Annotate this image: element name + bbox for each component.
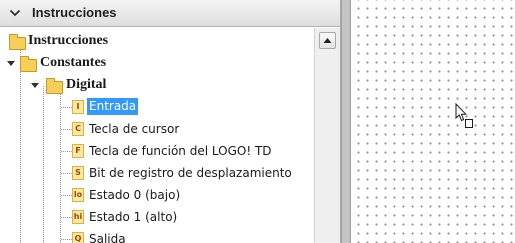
expand-arrow-icon[interactable] [7,61,15,66]
shift-register-icon: S [72,166,84,180]
tree-item-label: Bit de registro de desplazamiento [89,166,292,180]
tree-branch-line [61,173,72,174]
tree-node-digital[interactable]: Digital [0,74,314,96]
tree-node-label: Digital [66,77,107,92]
instructions-panel: Instrucciones Instrucciones Constantes D… [0,0,341,243]
expand-arrow-icon[interactable] [31,83,39,88]
tree-node-label: Instrucciones [28,33,109,48]
tree-item-bit-de-registro[interactable]: S Bit de registro de desplazamiento [0,162,314,184]
tree-node-label: Constantes [40,55,107,70]
tree-item-label: Tecla de función del LOGO! TD [89,144,272,158]
vertical-scrollbar[interactable] [314,28,340,243]
tree-item-label: Estado 0 (bajo) [89,188,181,202]
chevron-up-icon [323,38,332,43]
tree-branch-line [61,195,72,196]
drag-block-cursor-icon [455,103,473,128]
scroll-up-button[interactable] [319,32,336,49]
folder-open-icon [20,56,37,72]
instruction-tree: Instrucciones Constantes Digital I Entra… [0,28,314,243]
tree-item-label: Estado 1 (alto) [89,210,178,224]
high-state-icon: hi [72,210,84,224]
tree-item-label: Entrada [87,98,139,115]
folder-icon [9,34,26,50]
tree-item-entrada[interactable]: I Entrada [0,96,314,118]
tree-item-salida[interactable]: Q Salida [0,228,314,243]
panel-splitter[interactable] [341,0,351,243]
tree-item-tecla-de-funcion[interactable]: F Tecla de función del LOGO! TD [0,140,314,162]
tree-item-label: Tecla de cursor [89,122,180,136]
panel-title: Instrucciones [32,5,117,20]
folder-open-icon [46,78,63,94]
input-block-icon: I [72,100,84,114]
tree-branch-line [61,151,72,152]
tree-item-estado-0[interactable]: lo Estado 0 (bajo) [0,184,314,206]
tree-item-label: Salida [89,232,126,243]
tree-branch-line [61,107,72,108]
chevron-down-icon[interactable] [9,7,21,19]
low-state-icon: lo [72,188,84,202]
function-key-icon: F [72,144,84,158]
tree-branch-line [61,239,72,240]
tree-node-instrucciones[interactable]: Instrucciones [0,30,314,52]
diagram-canvas[interactable] [351,0,515,243]
tree-item-tecla-de-cursor[interactable]: C Tecla de cursor [0,118,314,140]
tree-branch-line [61,129,72,130]
cursor-key-icon: C [72,122,84,136]
panel-header[interactable]: Instrucciones [0,0,340,27]
tree-node-constantes[interactable]: Constantes [0,52,314,74]
tree-branch-line [61,217,72,218]
tree-item-estado-1[interactable]: hi Estado 1 (alto) [0,206,314,228]
output-block-icon: Q [72,232,84,243]
